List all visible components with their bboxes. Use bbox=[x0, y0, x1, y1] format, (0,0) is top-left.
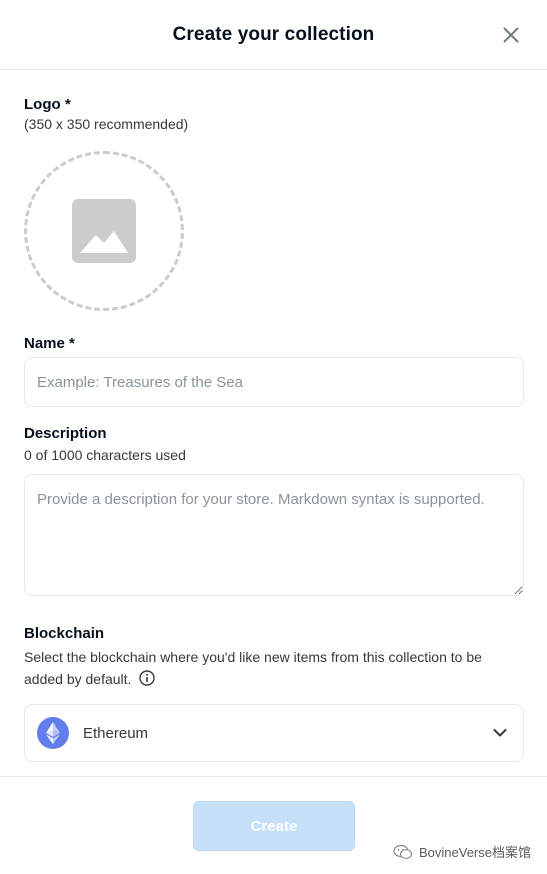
blockchain-field: Blockchain Select the blockchain where y… bbox=[24, 625, 524, 762]
watermark: BovineVerse档案馆 bbox=[393, 842, 531, 861]
ethereum-icon bbox=[37, 717, 69, 749]
close-button[interactable] bbox=[499, 23, 523, 47]
wechat-icon bbox=[393, 844, 413, 860]
logo-field: Logo * (350 x 350 recommended) bbox=[24, 70, 523, 311]
blockchain-label: Blockchain bbox=[24, 625, 105, 642]
chevron-down-icon bbox=[493, 729, 507, 737]
logo-size-hint: (350 x 350 recommended) bbox=[24, 116, 189, 132]
blockchain-helper-text: Select the blockchain where you'd like n… bbox=[24, 649, 482, 687]
blockchain-helper: Select the blockchain where you'd like n… bbox=[24, 646, 524, 690]
image-placeholder-icon bbox=[72, 199, 136, 263]
logo-upload-dropzone[interactable] bbox=[24, 151, 184, 311]
watermark-text: BovineVerse档案馆 bbox=[419, 845, 531, 860]
info-icon[interactable] bbox=[139, 670, 156, 686]
description-textarea[interactable] bbox=[24, 474, 524, 596]
name-label: Name * bbox=[24, 335, 75, 352]
name-input[interactable] bbox=[24, 357, 524, 407]
modal-footer: Create BovineVerse档案馆 bbox=[0, 776, 547, 874]
logo-label: Logo * bbox=[24, 96, 71, 113]
description-char-counter: 0 of 1000 characters used bbox=[24, 447, 186, 463]
modal-body: Logo * (350 x 350 recommended) Name * De… bbox=[0, 70, 547, 762]
close-icon bbox=[503, 27, 519, 43]
description-field: Description 0 of 1000 characters used bbox=[24, 425, 524, 601]
create-button[interactable]: Create bbox=[193, 801, 355, 851]
name-field: Name * bbox=[24, 335, 524, 407]
description-label: Description bbox=[24, 425, 107, 442]
modal-title: Create your collection bbox=[172, 23, 375, 45]
create-collection-modal: Create your collection Logo * (350 x 350… bbox=[0, 0, 547, 874]
modal-header: Create your collection bbox=[0, 0, 547, 70]
blockchain-selected-value: Ethereum bbox=[83, 724, 149, 742]
blockchain-select[interactable]: Ethereum bbox=[24, 704, 524, 762]
